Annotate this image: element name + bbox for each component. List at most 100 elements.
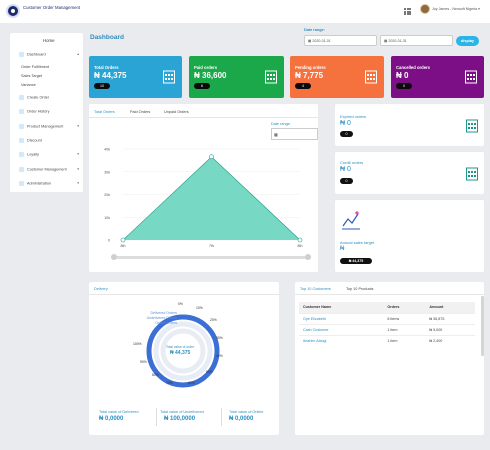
table-scrollbar[interactable] bbox=[481, 296, 484, 356]
summary-online-label: Total value of Online bbox=[229, 410, 264, 414]
sidebar-item[interactable]: Dashboard ▴ bbox=[19, 52, 83, 57]
sidebar-item-label: Dashboard bbox=[27, 52, 46, 57]
scroll-handle-right[interactable] bbox=[305, 254, 311, 260]
admin-icon bbox=[19, 181, 24, 186]
summary-delivered-label: Total value of Delivered bbox=[99, 410, 139, 414]
tab-divider bbox=[89, 117, 318, 118]
avatar[interactable] bbox=[420, 4, 430, 14]
card-label: Expired orders bbox=[340, 114, 367, 119]
user-name: Joy James - Neosoft Nigeria bbox=[432, 7, 478, 11]
summary-divider bbox=[156, 408, 157, 426]
sidebar-item[interactable]: Create Order bbox=[19, 95, 83, 100]
tab-top-customers[interactable]: Top 10 Customers bbox=[300, 287, 331, 291]
customer-name[interactable]: Oye Elizabeth bbox=[299, 312, 384, 324]
create-icon bbox=[19, 95, 24, 100]
sidebar-item-label: Order Fulfillment bbox=[21, 65, 50, 69]
chevron-icon: ▴ bbox=[77, 52, 79, 56]
tab-top-products[interactable]: Top 10 Products bbox=[346, 287, 373, 291]
card-pending-orders[interactable]: Pending orders ₦ 7,775 4 bbox=[290, 56, 384, 98]
area-series bbox=[123, 156, 300, 240]
tab-paid-orders[interactable]: Paid Orders bbox=[130, 110, 150, 114]
customer-name[interactable]: Ibrahim Abiogi bbox=[299, 334, 384, 346]
scroll-handle-left[interactable] bbox=[111, 254, 117, 260]
discount-icon bbox=[19, 138, 24, 143]
sidebar-item-label: Product Management bbox=[27, 124, 64, 129]
credit-orders-card[interactable]: Credit orders ₦ 0 0 bbox=[335, 152, 484, 194]
pct-label: 60% bbox=[188, 381, 195, 385]
date-range-label: Date range: bbox=[304, 28, 325, 32]
sidebar-item-label: Sales Target bbox=[21, 74, 43, 78]
sidebar-item-label: Variance bbox=[21, 83, 36, 87]
table-row[interactable]: Cash Customer 1 item ₦ 5,000 bbox=[299, 323, 475, 335]
annual-sales-target-card[interactable]: Annual sales target ₦ ₦ 44,375 bbox=[335, 200, 484, 272]
user-menu[interactable]: Joy James - Neosoft Nigeria ▾ bbox=[432, 7, 480, 11]
data-point[interactable] bbox=[297, 237, 303, 243]
customer-name[interactable]: Cash Customer bbox=[299, 323, 384, 335]
sidebar-item[interactable]: Administration ▾ bbox=[19, 181, 83, 186]
sidebar-item[interactable]: Variance bbox=[21, 83, 85, 87]
chevron-icon: ▾ bbox=[77, 124, 79, 128]
amount: ₦ 5,000 bbox=[425, 323, 475, 335]
summary-online-value: ₦ 0,0000 bbox=[229, 416, 254, 422]
y-tick-label: 20k bbox=[104, 193, 110, 197]
chart-date-range-label: Date range: bbox=[271, 122, 291, 126]
date-from-input[interactable]: ▦ 2020-01-01 bbox=[304, 35, 377, 46]
sidebar-item[interactable]: Product Management ▾ bbox=[19, 124, 83, 129]
card-total-orders[interactable]: Total Orders ₦ 44,375 10 bbox=[89, 56, 182, 98]
orders-area-chart: 40k 30k 20k 10k 0 8th 7th 8th bbox=[104, 148, 303, 249]
sidebar-item[interactable]: Loyalty ▾ bbox=[19, 152, 83, 157]
card-label: Pending orders bbox=[295, 65, 326, 70]
pct-label: 80% bbox=[152, 373, 159, 377]
tab-unpaid-orders[interactable]: Unpaid Orders bbox=[164, 110, 189, 114]
date-to-input[interactable]: ▦ 2020-01-31 bbox=[380, 35, 453, 46]
table-row[interactable]: Ibrahim Abiogi 1 item ₦ 2,400 bbox=[299, 334, 475, 346]
expired-orders-card[interactable]: Expired orders ₦ 0 0 bbox=[335, 104, 484, 146]
calendar-icon bbox=[365, 70, 377, 84]
history-icon bbox=[19, 109, 24, 114]
tab-total-orders[interactable]: Total Orders bbox=[94, 110, 115, 114]
product-icon bbox=[19, 124, 24, 129]
amount: ₦ 36,875 bbox=[425, 312, 475, 324]
chevron-icon: ▾ bbox=[77, 152, 79, 156]
center-value: ₦ 44,375 bbox=[170, 350, 191, 356]
pct-label: 10% bbox=[196, 306, 203, 310]
sidebar-item[interactable]: Order History bbox=[19, 109, 83, 114]
calendar-icon bbox=[466, 119, 478, 133]
sidebar-item-label: Order History bbox=[27, 109, 50, 114]
card-value: ₦ bbox=[340, 246, 345, 252]
summary-delivered-value: ₦ 0,0000 bbox=[99, 416, 124, 422]
sidebar-item[interactable]: Discount bbox=[19, 138, 83, 143]
pct-label: 70% bbox=[166, 381, 173, 385]
display-button[interactable]: display bbox=[456, 36, 479, 46]
sidebar-home[interactable]: Home bbox=[43, 38, 54, 43]
logo-icon[interactable] bbox=[6, 4, 20, 18]
data-point[interactable] bbox=[209, 154, 214, 160]
tab-delivery[interactable]: Delivery bbox=[94, 287, 108, 291]
target-value-badge: ₦ 44,375 bbox=[340, 258, 372, 264]
sidebar-item[interactable]: Sales Target bbox=[21, 74, 85, 78]
y-tick-label: 40k bbox=[104, 148, 110, 152]
pct-label: 50% bbox=[206, 370, 213, 374]
col-orders: Orders bbox=[383, 302, 426, 313]
data-point[interactable] bbox=[120, 237, 126, 243]
chart-scrollbar[interactable] bbox=[111, 256, 311, 259]
sidebar-item[interactable]: Order Fulfillment bbox=[21, 65, 85, 69]
chart-date-input[interactable]: ▦ bbox=[271, 128, 318, 140]
tab-divider bbox=[89, 294, 279, 295]
pct-label: 90% bbox=[140, 360, 147, 364]
sidebar-item[interactable]: Customer Management ▾ bbox=[19, 167, 83, 172]
card-cancelled-orders[interactable]: Cancelled orders ₦ 0 0 bbox=[391, 56, 484, 98]
sidebar-item-label: Loyalty bbox=[27, 152, 40, 157]
page-title: Dashboard bbox=[90, 34, 124, 41]
apps-grid-icon[interactable] bbox=[404, 8, 411, 15]
brand-name: Customer Order Management bbox=[23, 5, 81, 10]
customer-icon bbox=[19, 167, 24, 172]
card-paid-orders[interactable]: Paid orders ₦ 36,600 6 bbox=[189, 56, 284, 98]
x-tick-label: 8th bbox=[298, 244, 303, 248]
card-value: ₦ 0 bbox=[340, 120, 351, 127]
pct-label: 100% bbox=[133, 342, 142, 346]
date-to-value: 2020-01-31 bbox=[388, 39, 407, 43]
y-tick-label: 30k bbox=[104, 170, 110, 174]
sidebar-item-label: Discount bbox=[27, 138, 42, 143]
table-row[interactable]: Oye Elizabeth 8 items ₦ 36,875 bbox=[299, 312, 475, 324]
